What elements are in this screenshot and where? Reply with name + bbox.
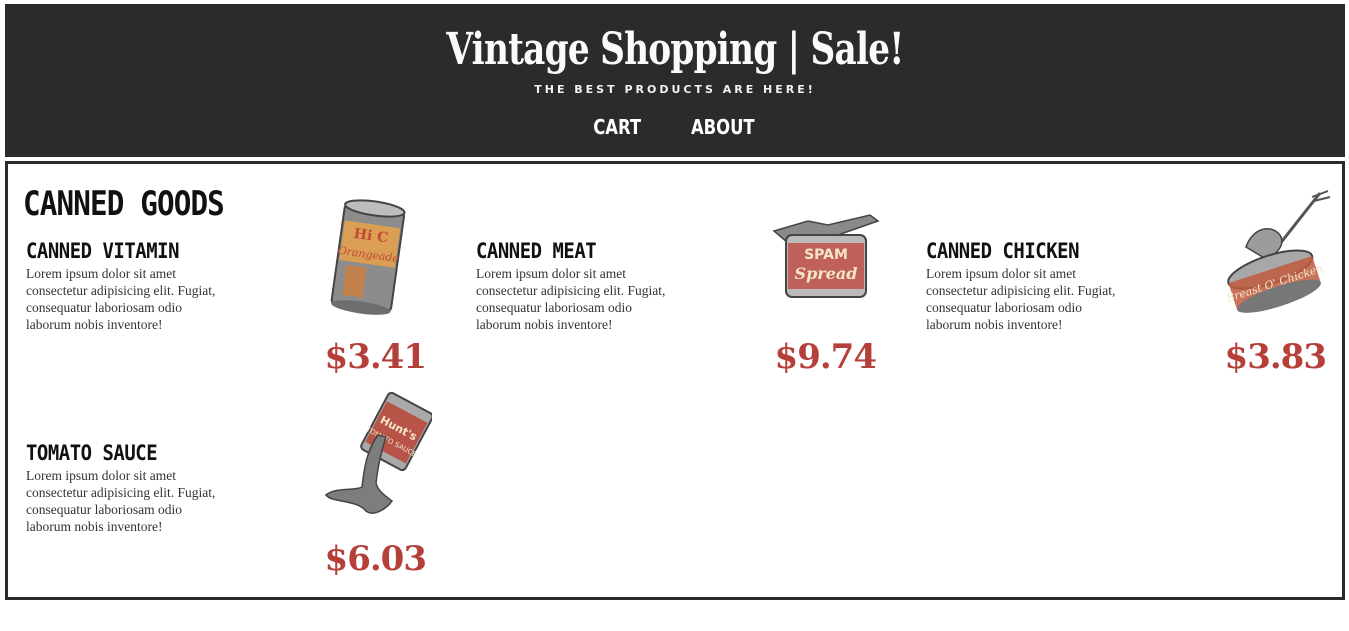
product-description: Lorem ipsum dolor sit amet consectetur a…: [926, 266, 1116, 332]
product-description: Lorem ipsum dolor sit amet consectetur a…: [476, 266, 666, 332]
spam-can-icon[interactable]: SPAM Spread: [768, 209, 880, 309]
product-price: $3.41: [324, 337, 427, 377]
product-price: $3.83: [1224, 337, 1327, 377]
site-tagline: THE BEST PRODUCTS ARE HERE!: [534, 83, 816, 96]
product-price: $9.74: [774, 337, 877, 377]
product-description: Lorem ipsum dolor sit amet consectetur a…: [26, 266, 216, 332]
product-name: CANNED MEAT: [476, 239, 597, 263]
nav-about-link[interactable]: ABOUT: [691, 115, 755, 139]
svg-text:SPAM: SPAM: [804, 247, 848, 263]
site-title: Vintage Shopping | Sale!: [446, 24, 904, 75]
orangeade-can-icon[interactable]: Hi C Orangeade: [322, 194, 414, 324]
product-price: $6.03: [324, 539, 427, 579]
product-name: TOMATO SAUCE: [26, 441, 158, 465]
product-name: CANNED CHICKEN: [926, 239, 1080, 263]
site-header: Vintage Shopping | Sale! THE BEST PRODUC…: [5, 4, 1345, 157]
main-nav: CART ABOUT: [5, 115, 1345, 139]
nav-cart-link[interactable]: CART: [593, 115, 641, 139]
chicken-can-icon[interactable]: Breast O' Chicken: [1216, 189, 1332, 323]
product-section: CANNED GOODS CANNED VITAMIN Lorem ipsum …: [5, 161, 1345, 600]
product-name: CANNED VITAMIN: [26, 239, 180, 263]
product-description: Lorem ipsum dolor sit amet consectetur a…: [26, 468, 216, 534]
section-title: CANNED GOODS: [23, 184, 225, 224]
product-card: CANNED CHICKEN Lorem ipsum dolor sit ame…: [926, 190, 1336, 429]
tomato-sauce-can-icon[interactable]: Hunt's TOMATO SAUCE: [316, 391, 434, 523]
svg-text:Spread: Spread: [795, 264, 858, 283]
product-card: CANNED MEAT Lorem ipsum dolor sit amet c…: [476, 214, 886, 429]
